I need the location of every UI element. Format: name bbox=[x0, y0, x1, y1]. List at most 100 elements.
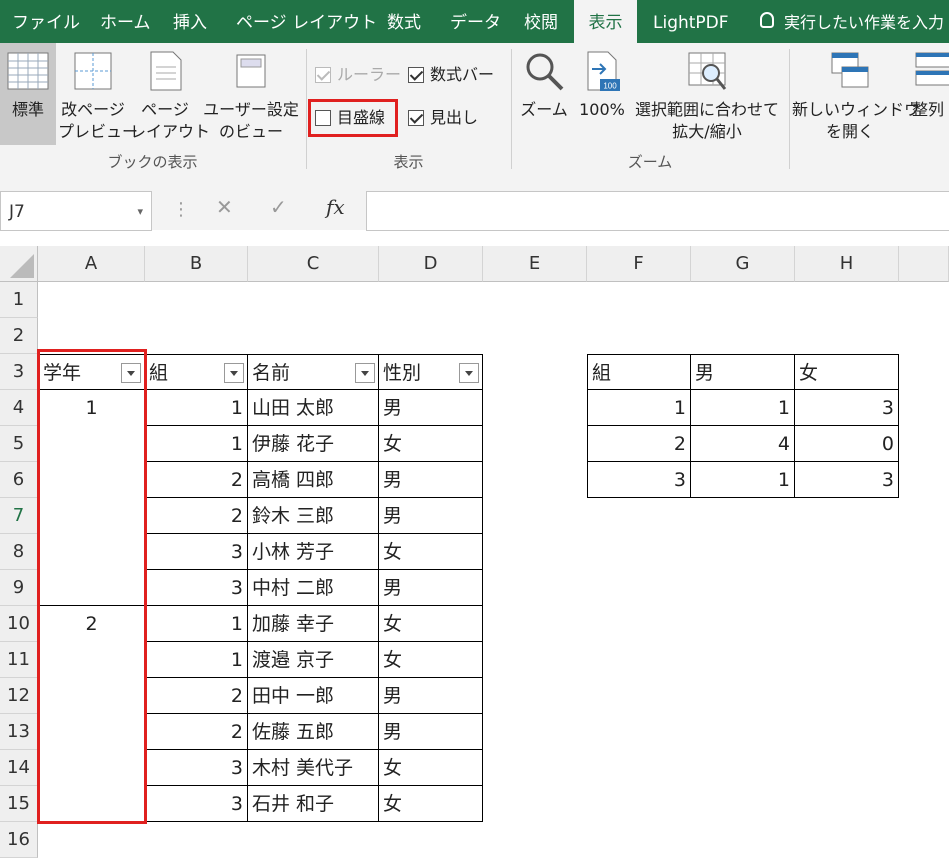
row-header[interactable]: 12 bbox=[0, 678, 38, 714]
table-cell-class[interactable]: 3 bbox=[145, 786, 248, 822]
filter-dropdown-icon[interactable] bbox=[355, 363, 375, 383]
col-header-i[interactable] bbox=[899, 246, 949, 282]
table-cell-gender[interactable]: 男 bbox=[379, 678, 483, 714]
row-header[interactable]: 11 bbox=[0, 642, 38, 678]
insert-function-button[interactable]: fx bbox=[326, 195, 345, 219]
zoom-100-button[interactable]: 100 100% bbox=[574, 43, 630, 145]
col-header-c[interactable]: C bbox=[248, 246, 379, 282]
table-cell-name[interactable]: 田中 一郎 bbox=[248, 678, 379, 714]
table-cell-class[interactable]: 2 bbox=[145, 498, 248, 534]
table-cell-gender[interactable]: 男 bbox=[379, 714, 483, 750]
zoom-button[interactable]: ズーム bbox=[516, 43, 572, 145]
row-header[interactable]: 4 bbox=[0, 390, 38, 426]
page-break-preview-button[interactable]: 改ページ プレビュー bbox=[58, 43, 138, 145]
table-cell-class[interactable]: 1 bbox=[145, 642, 248, 678]
col-header-f[interactable]: F bbox=[587, 246, 691, 282]
table-cell-class[interactable]: 3 bbox=[145, 570, 248, 606]
table-cell-name[interactable]: 中村 二郎 bbox=[248, 570, 379, 606]
select-all-corner[interactable] bbox=[0, 246, 38, 282]
summary-cell[interactable]: 3 bbox=[795, 462, 899, 498]
table-cell-gender[interactable]: 女 bbox=[379, 534, 483, 570]
table-cell-gender[interactable]: 男 bbox=[379, 570, 483, 606]
page-layout-view-button[interactable]: ページ レイアウト bbox=[130, 43, 210, 145]
table-cell-class[interactable]: 1 bbox=[145, 426, 248, 462]
table-cell-gender[interactable]: 女 bbox=[379, 786, 483, 822]
normal-view-button[interactable]: 標準 bbox=[0, 43, 56, 145]
summary-cell[interactable]: 1 bbox=[691, 462, 795, 498]
tab-insert[interactable]: 挿入 bbox=[173, 0, 207, 43]
formula-bar-checkbox[interactable]: 数式バー bbox=[408, 65, 494, 85]
tab-view[interactable]: 表示 bbox=[574, 0, 637, 43]
table-cell-gender[interactable]: 女 bbox=[379, 606, 483, 642]
table-header-gender[interactable]: 性別 bbox=[379, 354, 483, 390]
row-header[interactable]: 6 bbox=[0, 462, 38, 498]
table-cell-name[interactable]: 木村 美代子 bbox=[248, 750, 379, 786]
table-cell-gender[interactable]: 女 bbox=[379, 642, 483, 678]
table-cell-class[interactable]: 1 bbox=[145, 390, 248, 426]
row-header[interactable]: 9 bbox=[0, 570, 38, 606]
row-header[interactable]: 5 bbox=[0, 426, 38, 462]
row-header[interactable]: 8 bbox=[0, 534, 38, 570]
summary-header-female[interactable]: 女 bbox=[795, 354, 899, 390]
summary-cell[interactable]: 4 bbox=[691, 426, 795, 462]
table-cell-class[interactable]: 2 bbox=[145, 714, 248, 750]
table-cell-class[interactable]: 3 bbox=[145, 534, 248, 570]
summary-cell[interactable]: 3 bbox=[587, 462, 691, 498]
col-header-g[interactable]: G bbox=[691, 246, 795, 282]
table-cell-name[interactable]: 高橋 四郎 bbox=[248, 462, 379, 498]
tab-file[interactable]: ファイル bbox=[12, 0, 80, 43]
table-header-name[interactable]: 名前 bbox=[248, 354, 379, 390]
summary-header-male[interactable]: 男 bbox=[691, 354, 795, 390]
row-header[interactable]: 14 bbox=[0, 750, 38, 786]
table-cell-name[interactable]: 伊藤 花子 bbox=[248, 426, 379, 462]
chevron-down-icon[interactable]: ▾ bbox=[137, 192, 143, 232]
summary-header-class[interactable]: 組 bbox=[587, 354, 691, 390]
col-header-h[interactable]: H bbox=[795, 246, 899, 282]
ruler-checkbox[interactable]: ルーラー bbox=[315, 65, 401, 85]
table-cell-gender[interactable]: 男 bbox=[379, 498, 483, 534]
cancel-icon[interactable]: ✕ bbox=[216, 195, 233, 219]
row-header[interactable]: 2 bbox=[0, 318, 38, 354]
zoom-to-selection-button[interactable]: 選択範囲に合わせて 拡大/縮小 bbox=[632, 43, 782, 145]
summary-cell[interactable]: 2 bbox=[587, 426, 691, 462]
table-cell-name[interactable]: 小林 芳子 bbox=[248, 534, 379, 570]
summary-cell[interactable]: 3 bbox=[795, 390, 899, 426]
row-header[interactable]: 10 bbox=[0, 606, 38, 642]
row-header[interactable]: 1 bbox=[0, 282, 38, 318]
custom-views-button[interactable]: ユーザー設定 のビュー bbox=[202, 43, 300, 145]
table-cell-gender[interactable]: 女 bbox=[379, 750, 483, 786]
tab-review[interactable]: 校閲 bbox=[524, 0, 558, 43]
arrange-all-button[interactable]: 整列 bbox=[912, 43, 949, 145]
tell-me-box[interactable]: 実行したい作業を入力 bbox=[784, 0, 944, 43]
table-cell-class[interactable]: 1 bbox=[145, 606, 248, 642]
summary-cell[interactable]: 1 bbox=[691, 390, 795, 426]
row-header[interactable]: 16 bbox=[0, 822, 38, 858]
row-header[interactable]: 13 bbox=[0, 714, 38, 750]
tab-page-layout[interactable]: ページ レイアウト bbox=[236, 0, 377, 43]
col-header-d[interactable]: D bbox=[379, 246, 483, 282]
formula-input[interactable] bbox=[366, 191, 949, 231]
table-cell-gender[interactable]: 男 bbox=[379, 462, 483, 498]
table-cell-name[interactable]: 渡邉 京子 bbox=[248, 642, 379, 678]
table-cell-class[interactable]: 2 bbox=[145, 678, 248, 714]
row-header-selected[interactable]: 7 bbox=[0, 498, 38, 534]
col-header-b[interactable]: B bbox=[145, 246, 248, 282]
table-cell-gender[interactable]: 男 bbox=[379, 390, 483, 426]
col-header-a[interactable]: A bbox=[38, 246, 145, 282]
tab-formulas[interactable]: 数式 bbox=[387, 0, 421, 43]
table-cell-class[interactable]: 3 bbox=[145, 750, 248, 786]
tab-home[interactable]: ホーム bbox=[100, 0, 151, 43]
enter-icon[interactable]: ✓ bbox=[270, 195, 287, 219]
col-header-e[interactable]: E bbox=[483, 246, 587, 282]
name-box[interactable]: J7 ▾ bbox=[0, 191, 152, 231]
filter-dropdown-icon[interactable] bbox=[224, 363, 244, 383]
row-header[interactable]: 15 bbox=[0, 786, 38, 822]
table-cell-gender[interactable]: 女 bbox=[379, 426, 483, 462]
summary-cell[interactable]: 1 bbox=[587, 390, 691, 426]
tab-data[interactable]: データ bbox=[450, 0, 501, 43]
tab-lightpdf[interactable]: LightPDF bbox=[653, 0, 729, 43]
summary-cell[interactable]: 0 bbox=[795, 426, 899, 462]
new-window-button[interactable]: 新しいウィンドウ を開く bbox=[792, 43, 920, 145]
table-cell-name[interactable]: 鈴木 三郎 bbox=[248, 498, 379, 534]
table-cell-name[interactable]: 石井 和子 bbox=[248, 786, 379, 822]
